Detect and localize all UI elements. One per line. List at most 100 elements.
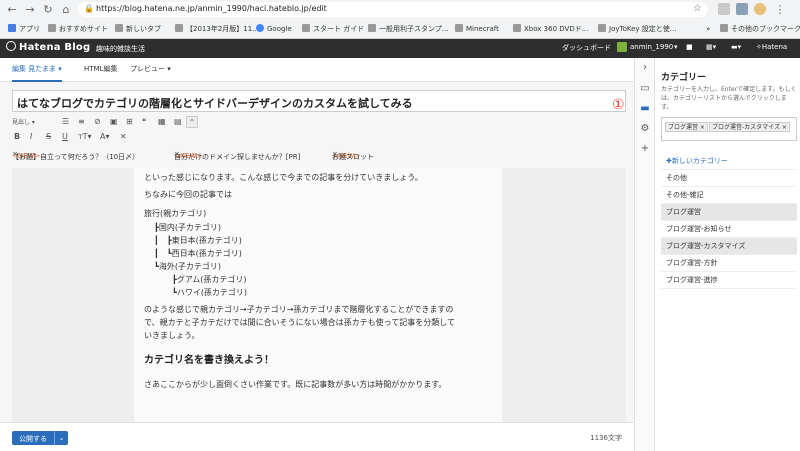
address-bar[interactable]: 🔒 https://blog.hatena.ne.jp/anmin_1990/h… [78,2,708,17]
editor-body[interactable]: といった感じになります。こんな感じで今までの記事を分けていきましょう。 ちなみに… [134,168,502,422]
title-input[interactable]: はてなブログでカテゴリの階層化とサイドバーデザインのカスタムを試してみる [12,90,626,112]
folder-icon[interactable]: ▬ [638,102,652,116]
char-count: 1136文字 [590,434,622,442]
category-input[interactable]: ブログ運営 × ブログ運営-カスタマイズ × [661,117,797,141]
new-category-button[interactable]: ✚新しいカテゴリー [661,153,797,170]
publish-button[interactable]: 公開する ⌄ [12,431,68,445]
more-icon[interactable]: ▤ [174,117,182,126]
lock-icon: 🔒 [84,4,94,13]
notice-item[interactable]: <NEW> 【お題】自立って何だろう？（10日〆） × [12,150,139,161]
clear-format-icon[interactable]: ✕ [120,132,127,141]
section-heading: カテゴリ名を書き換えよう！ [144,355,274,366]
body-line: といった感じになります。こんな感じで今までの記事を分けていきましょう。 [144,173,423,182]
profile-avatar[interactable] [754,3,766,15]
bookmark-item[interactable]: おすすめサイト [48,23,108,35]
browser-chrome: ← → ↻ ⌂ 🔒 https://blog.hatena.ne.jp/anmi… [0,0,800,39]
apps-grid-icon[interactable]: ▦▾ [706,43,716,51]
font-size-icon[interactable]: тT▾ [78,132,92,141]
image-icon[interactable]: ▣ [110,117,118,126]
italic-icon[interactable]: I [30,132,32,141]
body-line: ┣グアム(孫カテゴリ) [172,275,247,284]
body-line: ┃ ┣東日本(孫カテゴリ) [154,236,242,245]
body-line: ┃ ┗西日本(孫カテゴリ) [154,249,242,258]
embed-icon[interactable]: ⊞ [126,117,133,126]
table-icon[interactable]: ▦ [158,117,166,126]
bookmark-star-icon[interactable]: ☆ [693,3,702,14]
bookmark-apps[interactable]: アプリ [8,23,40,35]
body-line: ちなみに今回の記事では [144,190,232,199]
bookmark-item[interactable]: JoyToKey 設定と使... [598,23,676,35]
bookmark-item[interactable]: Minecraft [455,23,499,35]
bookmark-overflow[interactable]: » [706,23,710,35]
link-icon[interactable]: ⊘ [94,117,101,126]
category-item[interactable]: その他-雑記 [661,187,797,204]
tab-html[interactable]: HTML編集 [84,64,117,82]
extension-icon[interactable] [718,3,730,15]
numbered-list-icon[interactable]: ≡ [78,117,85,126]
category-item[interactable]: ブログ運営 [661,204,797,221]
format-select[interactable]: 見出し ▾ [12,117,35,126]
address-row: ← → ↻ ⌂ 🔒 https://blog.hatena.ne.jp/anmi… [0,0,800,20]
tab-preview[interactable]: プレビュー ▾ [130,64,171,82]
editor-area: 編集 見たまま ▾ HTML編集 プレビュー ▾ はてなブログでカテゴリの階層化… [0,58,634,451]
panel-description: カテゴリーを入力し、Enterで確定します。もしくは、カテゴリーリストから選んで… [661,86,797,111]
notice-item[interactable]: <NEW> 自分だけのドメイン探しませんか？[PR] × [174,150,300,161]
text-color-icon[interactable]: A▾ [100,132,110,141]
post-title: はてなブログでカテゴリの階層化とサイドバーデザインのカスタムを試してみる [17,97,413,110]
sidebar-icon-rail: › ▭ ▬ ⚙ + [634,58,654,451]
category-item[interactable]: その他 [661,170,797,187]
chevron-down-icon[interactable]: ⌄ [54,431,68,445]
bullet-list-icon[interactable]: ☰ [62,117,69,126]
notice-item[interactable]: <NEW> お題スロット × [332,150,374,161]
bookmark-item[interactable]: 新しいタブ [115,23,161,35]
bookmark-other[interactable]: その他のブックマーク [720,23,800,35]
bookmark-item[interactable]: スタート ガイド [302,23,364,35]
category-item[interactable]: ブログ運営-カスタマイズ [661,238,797,255]
user-name[interactable]: anmin_1990 [630,43,673,51]
bookmarks-bar: アプリ おすすめサイト 新しいタブ 【2013年2月版】11... Google… [0,20,800,38]
forward-icon[interactable]: → [24,4,36,16]
blog-name[interactable]: 趣味的雑談生活 [96,44,145,54]
notice-bar: <NEW> 【お題】自立って何だろう？（10日〆） × <NEW> 自分だけのドメイ… [12,148,626,162]
toolbar-row-1: 見出し ▾ ☰ ≡ ⊘ ▣ ⊞ ❝ ▦ ▤ ⌃ [12,116,626,130]
collapse-toolbar-icon[interactable]: ⌃ [186,116,198,128]
extension-icon[interactable] [736,3,748,15]
category-item[interactable]: ブログ運営-お知らせ [661,221,797,238]
category-panel: カテゴリー カテゴリーを入力し、Enterで確定します。もしくは、カテゴリーリス… [654,58,800,451]
quote-icon[interactable]: ❝ [142,117,146,126]
category-item[interactable]: ブログ運営-進捗 [661,272,797,289]
hatena-link[interactable]: ✧Hatena [756,43,787,51]
reload-icon[interactable]: ↻ [42,4,54,16]
photo-icon[interactable]: ▭ [638,82,652,96]
bookmark-item[interactable]: Xbox 360 DVDド... [513,23,588,35]
home-icon[interactable]: ⌂ [60,4,72,16]
notification-icon[interactable]: ▬▾ [731,43,741,51]
bookmark-icon[interactable]: ■ [686,43,693,51]
body-line: ┣国内(子カテゴリ) [154,223,222,232]
body-line: のような感じで親カテゴリ→子カテゴリ→孫カテゴリまで階層化することができますの [144,305,454,314]
tab-wysiwyg[interactable]: 編集 見たまま ▾ [12,64,62,82]
body-line: さあここからが少し面倒くさい作業です。既に記事数が多い方は時間がかかります。 [144,380,447,389]
user-avatar[interactable] [617,42,627,52]
user-dropdown-icon[interactable]: ▾ [674,43,678,51]
back-icon[interactable]: ← [6,4,18,16]
category-tag[interactable]: ブログ運営 × [665,122,708,132]
category-tag[interactable]: ブログ運営-カスタマイズ × [709,122,790,132]
strikethrough-icon[interactable]: S [46,132,51,141]
url-text: https://blog.hatena.ne.jp/anmin_1990/hac… [96,4,327,13]
bookmark-item[interactable]: Google [256,23,292,35]
bookmark-item[interactable]: 【2013年2月版】11... [175,23,259,35]
collapse-panel-icon[interactable]: › [638,61,652,75]
menu-dots-icon[interactable]: ⋮ [774,4,786,16]
category-item[interactable]: ブログ運営-方針 [661,255,797,272]
hatena-header: Hatena Blog 趣味的雑談生活 ダッシュボード anmin_1990 ▾… [0,39,800,58]
bold-icon[interactable]: B [14,132,20,141]
plus-icon[interactable]: + [638,142,652,156]
underline-icon[interactable]: U [62,132,68,141]
dashboard-link[interactable]: ダッシュボード [562,43,611,53]
hatena-blog-logo[interactable]: Hatena Blog [6,41,90,53]
bookmark-item[interactable]: 一般用利子スタンプ... [368,23,448,35]
bottom-bar: 公開する ⌄ 1136文字 [0,422,634,451]
body-line: 旅行(親カテゴリ) [144,209,207,218]
gear-icon[interactable]: ⚙ [638,122,652,136]
